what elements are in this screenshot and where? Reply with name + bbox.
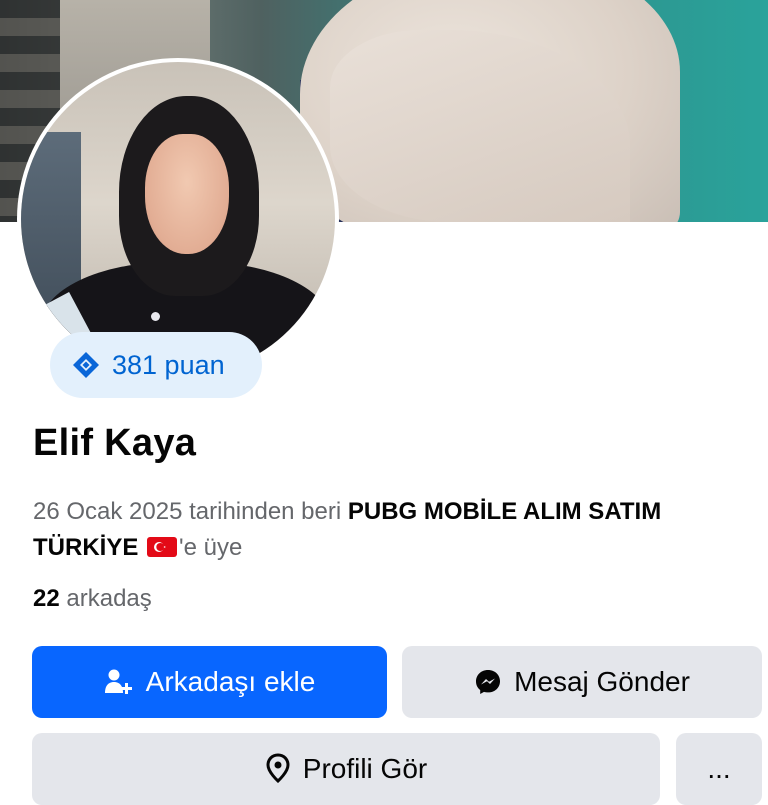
location-pin-icon (265, 753, 291, 783)
turkey-flag-icon (147, 537, 178, 557)
profile-name: Elif Kaya (33, 422, 197, 464)
messenger-icon (474, 668, 502, 696)
view-profile-button[interactable]: Profili Gör (32, 733, 660, 805)
add-friend-label: Arkadaşı ekle (145, 666, 316, 697)
friends-count-label: arkadaş (66, 585, 152, 612)
send-message-label: Mesaj Gönder (514, 666, 690, 697)
add-friend-button[interactable]: Arkadaşı ekle (32, 646, 387, 718)
member-since-text: 26 Ocak 2025 tarihinden beri (33, 498, 342, 525)
friends-count-number: 22 (33, 585, 60, 612)
points-label: 381 puan (112, 349, 225, 380)
more-icon: ... (707, 753, 731, 784)
more-options-button[interactable]: ... (676, 733, 762, 805)
group-membership-info: 26 Ocak 2025 tarihinden beri PUBG MOBİLE… (33, 494, 753, 566)
view-profile-label: Profili Gör (302, 753, 428, 784)
add-person-icon (104, 668, 134, 696)
avatar-face (145, 134, 229, 254)
send-message-button[interactable]: Mesaj Gönder (402, 646, 762, 718)
profile-picture[interactable] (21, 62, 335, 376)
friends-count[interactable]: 22 arkadaş (33, 585, 152, 613)
points-badge[interactable]: 381 puan (50, 332, 262, 398)
points-diamond-icon (70, 349, 102, 381)
member-suffix-text: 'e üye (179, 534, 243, 561)
avatar-button (151, 312, 160, 321)
